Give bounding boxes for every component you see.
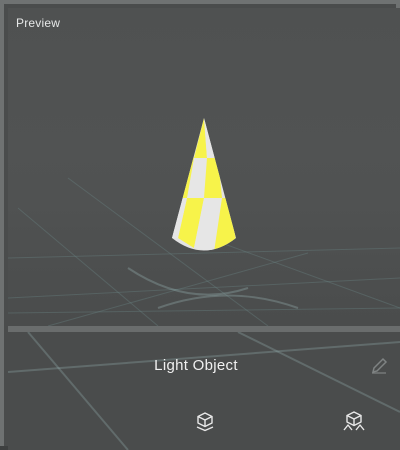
preview-panel: Preview Light Object (0, 0, 400, 450)
pencil-icon[interactable] (370, 357, 388, 375)
object-name: Light Object (154, 357, 238, 374)
cube-icon[interactable] (194, 410, 216, 432)
cube-light-icon[interactable] (342, 410, 366, 432)
footer-grid (8, 332, 400, 450)
preview-viewport[interactable]: Preview (8, 8, 400, 326)
object-footer: Light Object (8, 332, 400, 450)
cone-object[interactable] (8, 8, 400, 326)
